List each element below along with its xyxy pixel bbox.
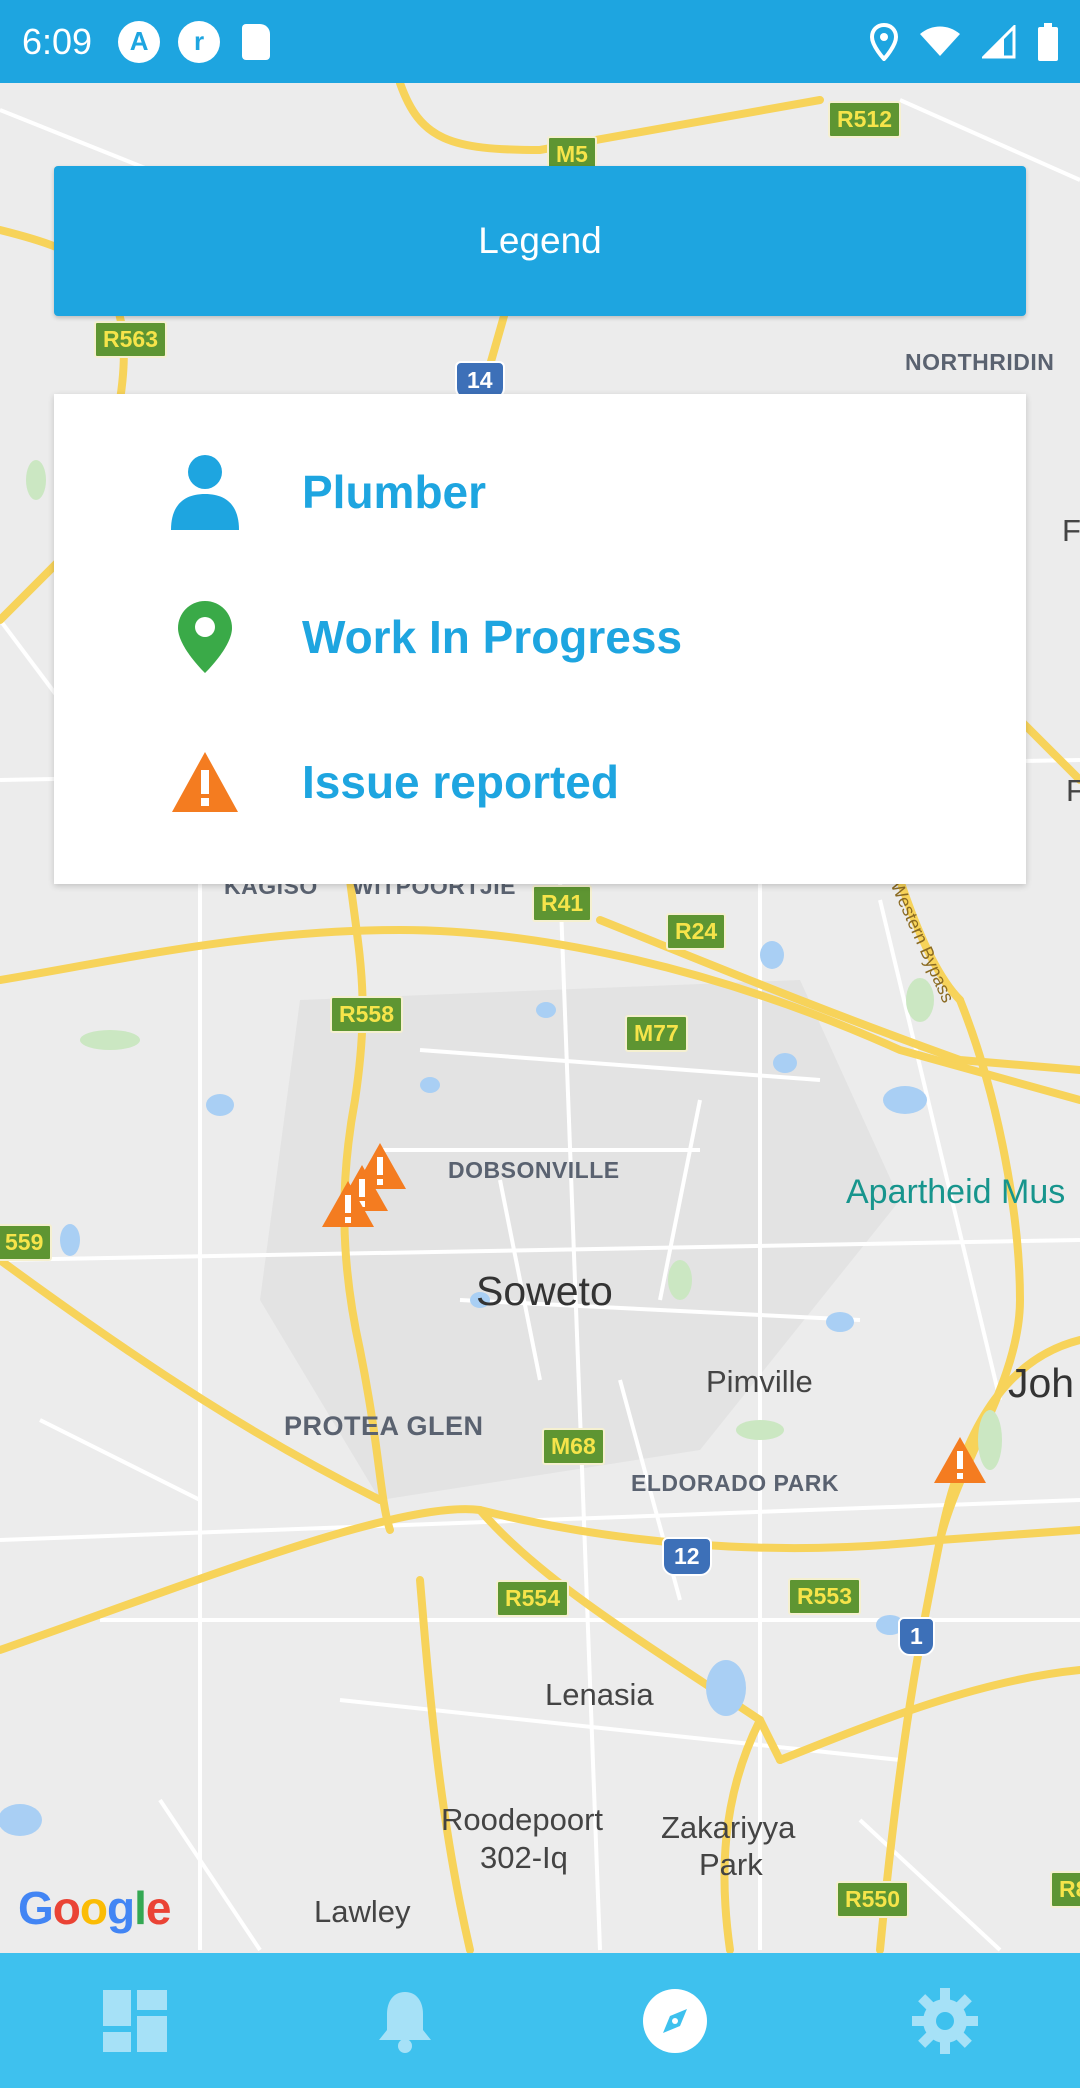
- legend-item-work-in-progress: Work In Progress: [54, 587, 1026, 687]
- status-icons: [870, 22, 1058, 61]
- map-view[interactable]: R512 M5 R563 14 R41 R24 R558 M77 559 M68…: [0, 83, 1080, 1953]
- route-shield: R41: [532, 885, 593, 922]
- route-shield: 12: [662, 1537, 712, 1576]
- status-bar: 6:09 A r: [0, 0, 1080, 83]
- place-label: ELDORADO PARK: [631, 1470, 839, 1496]
- legend-item-label: Issue reported: [302, 756, 619, 808]
- legend-item-label: Plumber: [302, 466, 487, 518]
- route-shield: R8: [1050, 1871, 1080, 1908]
- place-label: F: [1062, 513, 1080, 548]
- place-label: Lenasia: [545, 1677, 654, 1712]
- place-label: Roodepoort: [441, 1802, 604, 1837]
- route-shield: M77: [625, 1015, 688, 1052]
- issue-marker-warning-icon[interactable]: [320, 1179, 376, 1229]
- place-label: DOBSONVILLE: [448, 1157, 620, 1183]
- person-icon: [170, 454, 240, 530]
- route-shield: R563: [94, 321, 167, 358]
- route-shield: 559: [0, 1224, 53, 1261]
- poi-label[interactable]: Apartheid Mus: [846, 1173, 1065, 1212]
- app-notification-icon: A: [118, 20, 161, 63]
- route-shield: R553: [788, 1578, 861, 1615]
- nav-settings[interactable]: [885, 1961, 1005, 2081]
- route-shield: R512: [828, 101, 901, 138]
- bottom-navigation: [0, 1953, 1080, 2088]
- issue-marker-warning-icon[interactable]: [932, 1435, 988, 1485]
- gear-icon: [912, 1987, 978, 2054]
- route-shield: M68: [542, 1428, 605, 1465]
- signal-icon: [982, 24, 1016, 58]
- sd-card-icon: [242, 23, 271, 60]
- place-label: Soweto: [476, 1268, 613, 1314]
- status-time: 6:09: [22, 20, 93, 62]
- google-logo: Google: [18, 1882, 171, 1934]
- legend-button[interactable]: Legend: [54, 166, 1026, 316]
- nav-dashboard[interactable]: [75, 1961, 195, 2081]
- nav-map[interactable]: [615, 1961, 735, 2081]
- place-label: Lawley: [314, 1894, 411, 1929]
- legend-item-issue-reported: Issue reported: [54, 732, 1026, 832]
- legend-panel: Plumber Work In Progress Issue reported: [54, 394, 1026, 884]
- battery-icon: [1038, 22, 1058, 61]
- legend-item-label: Work In Progress: [302, 611, 683, 663]
- bell-icon: [379, 1991, 431, 2053]
- nav-notifications[interactable]: [345, 1961, 465, 2081]
- place-label: F: [1066, 773, 1080, 808]
- route-shield: R24: [666, 913, 727, 950]
- place-label: 302-Iq: [480, 1840, 568, 1875]
- legend-item-plumber: Plumber: [54, 442, 1026, 542]
- place-label: NORTHRIDIN: [905, 349, 1055, 375]
- place-label: Pimville: [706, 1364, 813, 1399]
- compass-icon: [643, 1988, 707, 2053]
- route-shield: R558: [330, 996, 403, 1033]
- place-label: PROTEA GLEN: [284, 1411, 484, 1441]
- place-label: Joh: [1008, 1360, 1075, 1406]
- warning-icon: [170, 750, 240, 814]
- location-icon: [870, 22, 898, 61]
- app-notification-icon-2: r: [178, 20, 221, 63]
- route-shield: R554: [496, 1580, 569, 1617]
- place-label: Park: [699, 1847, 763, 1882]
- dashboard-icon: [103, 1989, 167, 2052]
- route-shield: R550: [836, 1881, 909, 1918]
- legend-button-label: Legend: [478, 220, 602, 261]
- route-shield: 1: [898, 1617, 935, 1656]
- map-pin-icon: [176, 599, 234, 675]
- wifi-icon: [920, 26, 960, 56]
- place-label: Zakariyya: [661, 1810, 796, 1845]
